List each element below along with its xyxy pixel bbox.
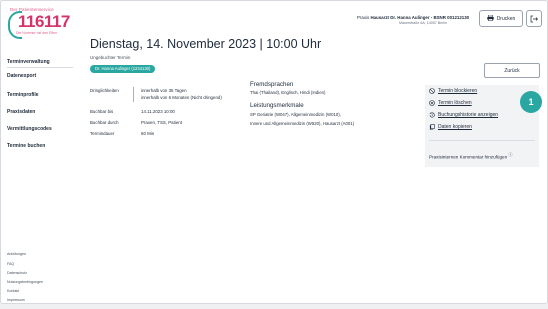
section-title-leistungsmerkmale: Leistungsmerkmale bbox=[250, 102, 304, 109]
sidebar-item-praxisdaten[interactable]: Praxisdaten bbox=[7, 109, 35, 115]
footer-link-impressum[interactable]: Impressum bbox=[7, 298, 25, 302]
print-button[interactable]: Drucken bbox=[479, 10, 523, 27]
detail-value-dringlichkeit-2: innerhalb von 6 Monaten (Nicht dringend) bbox=[141, 95, 222, 100]
action-label: Termin blockieren bbox=[438, 88, 478, 94]
detail-label-termindauer: Termindauer bbox=[90, 131, 115, 136]
logo-number: 116117 bbox=[18, 12, 70, 31]
footer-link-nutzungsbedingungen[interactable]: Nutzungsbedingungen bbox=[7, 280, 43, 284]
add-comment-link[interactable]: Praxisinternen Kommentar hinzufügen ⓘ bbox=[429, 152, 512, 160]
detail-label-buchbar-bis: Buchbar bis bbox=[90, 109, 114, 114]
detail-value-dringlichkeit-1: innerhalb von 35 Tagen bbox=[141, 88, 187, 93]
action-label: Buchungshistorie anzeigen bbox=[438, 112, 499, 118]
footer-link-anleitungen[interactable]: Anleitungen bbox=[7, 252, 26, 256]
print-label: Drucken bbox=[496, 15, 516, 22]
action-daten-kopieren[interactable]: Daten kopieren bbox=[429, 124, 472, 130]
action-termin-blockieren[interactable]: Termin blockieren bbox=[429, 88, 477, 94]
detail-divider bbox=[133, 87, 134, 102]
history-icon bbox=[429, 112, 435, 118]
printer-icon bbox=[486, 14, 494, 23]
sidebar-item-terminprofile[interactable]: Terminprofile bbox=[7, 92, 39, 98]
footer-link-kontakt[interactable]: Kontakt bbox=[7, 289, 19, 293]
block-icon bbox=[429, 88, 435, 94]
languages-text: Thai (Thailand), Englisch, Hindi (Indien… bbox=[250, 90, 326, 95]
praxis-info: Praxis Hausarzt Dr. Hanna Aulinger - BSN… bbox=[357, 15, 469, 20]
action-label: Daten kopieren bbox=[438, 124, 472, 130]
logout-button[interactable] bbox=[526, 10, 542, 27]
page-title: Dienstag, 14. November 2023 | 10:00 Uhr bbox=[90, 37, 322, 51]
sidebar-item-terminverwaltung[interactable]: Terminverwaltung bbox=[7, 59, 50, 65]
logo-116117[interactable]: Der Patientenservice 116117 Die Nummer m… bbox=[6, 7, 70, 41]
footer-link-faq[interactable]: FAQ bbox=[7, 262, 14, 266]
sidebar-divider bbox=[7, 67, 73, 68]
info-icon: ⓘ bbox=[508, 152, 513, 157]
action-buchungshistorie[interactable]: Buchungshistorie anzeigen bbox=[429, 112, 498, 118]
app-window: Der Patientenservice 116117 Die Nummer m… bbox=[0, 0, 548, 304]
services-text-line-1: SP Geriatrie (W047), Allgemeinmedizin (W… bbox=[250, 112, 341, 117]
action-termin-loeschen[interactable]: Termin löschen bbox=[429, 100, 472, 106]
detail-label-dringlichkeiten: Dringlichkeiten bbox=[90, 88, 119, 93]
services-text-line-2: Innere und Allgemeinmedizin (W520), Haus… bbox=[250, 121, 355, 126]
detail-label-buchbar-durch: Buchbar durch bbox=[90, 120, 119, 125]
footer-link-datenschutz[interactable]: Datenschutz bbox=[7, 271, 27, 275]
actions-divider bbox=[429, 140, 535, 141]
detail-value-buchbar-bis: 14.11.2023 10:00 bbox=[141, 109, 175, 114]
sidebar: Der Patientenservice 116117 Die Nummer m… bbox=[1, 1, 79, 303]
praxis-address: Mauerstraße 6A, 14057 Berlin bbox=[399, 21, 447, 25]
sidebar-item-datenexport[interactable]: Datenexport bbox=[7, 73, 36, 79]
logout-icon bbox=[530, 10, 538, 28]
detail-value-termindauer: 60 Min bbox=[141, 131, 155, 136]
page-subtitle: Ungebuchter Termin bbox=[90, 55, 131, 60]
doctor-badge: Dr. Hanna Aulinger (1234130) bbox=[90, 65, 156, 73]
sidebar-item-termine-buchen[interactable]: Termine buchen bbox=[7, 143, 45, 149]
praxis-prefix: Praxis bbox=[357, 15, 370, 20]
step-badge: 1 bbox=[520, 91, 542, 113]
copy-icon bbox=[429, 124, 435, 130]
logo-sub-text: Die Nummer mit den Elfen bbox=[16, 31, 58, 35]
action-label: Termin löschen bbox=[438, 100, 472, 106]
praxis-name: Hausarzt Dr. Hanna Aulinger - BSNR 00121… bbox=[370, 15, 470, 20]
detail-value-buchbar-durch: Praxen, TSS, Patient bbox=[141, 120, 182, 125]
sidebar-item-vermittlungscodes[interactable]: Vermittlungscodes bbox=[7, 126, 52, 132]
back-button[interactable]: Zurück bbox=[484, 63, 540, 78]
add-comment-label: Praxisinternen Kommentar hinzufügen bbox=[429, 154, 508, 160]
section-title-fremdsprachen: Fremdsprachen bbox=[250, 81, 294, 88]
delete-circle-icon bbox=[429, 100, 435, 106]
